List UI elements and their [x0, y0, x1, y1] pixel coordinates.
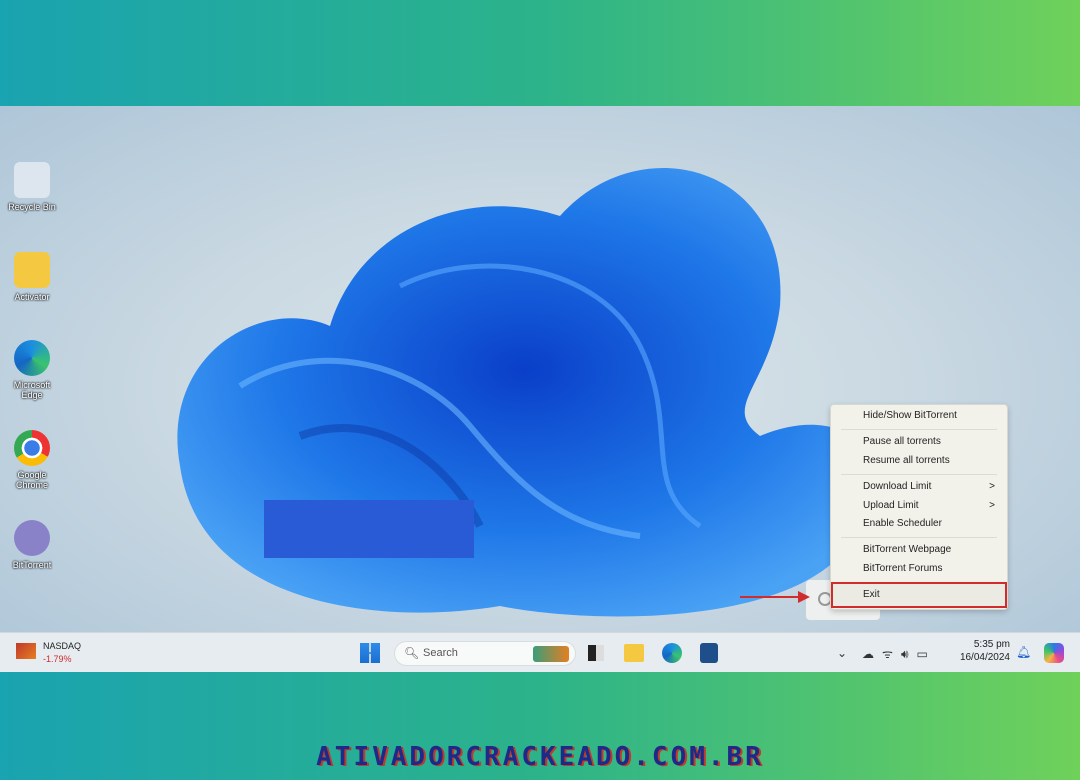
desktop-icon-chrome[interactable]: Google Chrome [4, 430, 60, 490]
file-explorer-icon[interactable] [624, 644, 644, 662]
desktop-icon-bittorrent[interactable]: BitTorrent [4, 520, 60, 570]
chevron-right-icon: > [989, 500, 995, 511]
folder-icon [14, 252, 50, 288]
edge-taskbar-icon[interactable] [662, 643, 682, 663]
recycle-bin-icon [14, 162, 50, 198]
menu-item-exit[interactable]: Exit [831, 582, 1007, 608]
menu-item-resume-all[interactable]: Resume all torrents [831, 452, 1007, 470]
search-highlight-icon [533, 646, 569, 662]
desktop: Recycle Bin Activator Microsoft Edge Goo… [0, 106, 1080, 672]
redacted-region [264, 500, 474, 558]
menu-item-download-limit[interactable]: Download Limit > [831, 478, 1007, 496]
desktop-icon-activator[interactable]: Activator [4, 252, 60, 302]
desktop-icon-recycle-bin[interactable]: Recycle Bin [4, 162, 60, 212]
search-input[interactable]: 🔍︎ Search [394, 641, 576, 666]
bittorrent-context-menu: Hide/Show BitTorrent Pause all torrents … [830, 404, 1008, 610]
menu-item-webpage[interactable]: BitTorrent Webpage [831, 541, 1007, 559]
search-icon: 🔍︎ [404, 646, 420, 660]
chevron-right-icon: > [989, 481, 995, 492]
bittorrent-icon [14, 520, 50, 556]
store-icon[interactable] [700, 643, 718, 663]
menu-separator [841, 429, 997, 430]
edge-icon [14, 340, 50, 376]
start-button[interactable] [360, 643, 380, 663]
task-view-icon[interactable] [588, 645, 604, 661]
clock[interactable]: 5:35 pm 16/04/2024 [950, 639, 1010, 663]
chrome-icon [14, 430, 50, 466]
menu-item-hide-show[interactable]: Hide/Show BitTorrent [831, 407, 1007, 425]
taskbar: NASDAQ -1.79% 🔍︎ Search ⌄ ☁ᯤ🔊︎▭ 5:35 pm 16/… [0, 632, 1080, 672]
menu-item-enable-scheduler[interactable]: Enable Scheduler [831, 515, 1007, 533]
menu-item-pause-all[interactable]: Pause all torrents [831, 433, 1007, 451]
menu-item-upload-limit[interactable]: Upload Limit > [831, 497, 1007, 515]
system-tray-icons[interactable]: ☁ᯤ🔊︎▭ [862, 645, 936, 662]
show-hidden-icons-chevron-icon[interactable]: ⌄ [832, 637, 852, 669]
copilot-icon[interactable] [1044, 643, 1064, 663]
notification-bell-icon[interactable]: 🔔︎ [1016, 645, 1031, 659]
watermark: ATIVADORCRACKEADO.COM.BR [316, 742, 764, 772]
stock-widget[interactable]: NASDAQ -1.79% [43, 641, 81, 664]
menu-separator [841, 537, 997, 538]
stock-widget-icon[interactable] [16, 643, 36, 659]
desktop-icon-edge[interactable]: Microsoft Edge [4, 340, 60, 400]
menu-item-forums[interactable]: BitTorrent Forums [831, 560, 1007, 578]
red-arrow-icon [740, 591, 810, 603]
menu-separator [841, 474, 997, 475]
